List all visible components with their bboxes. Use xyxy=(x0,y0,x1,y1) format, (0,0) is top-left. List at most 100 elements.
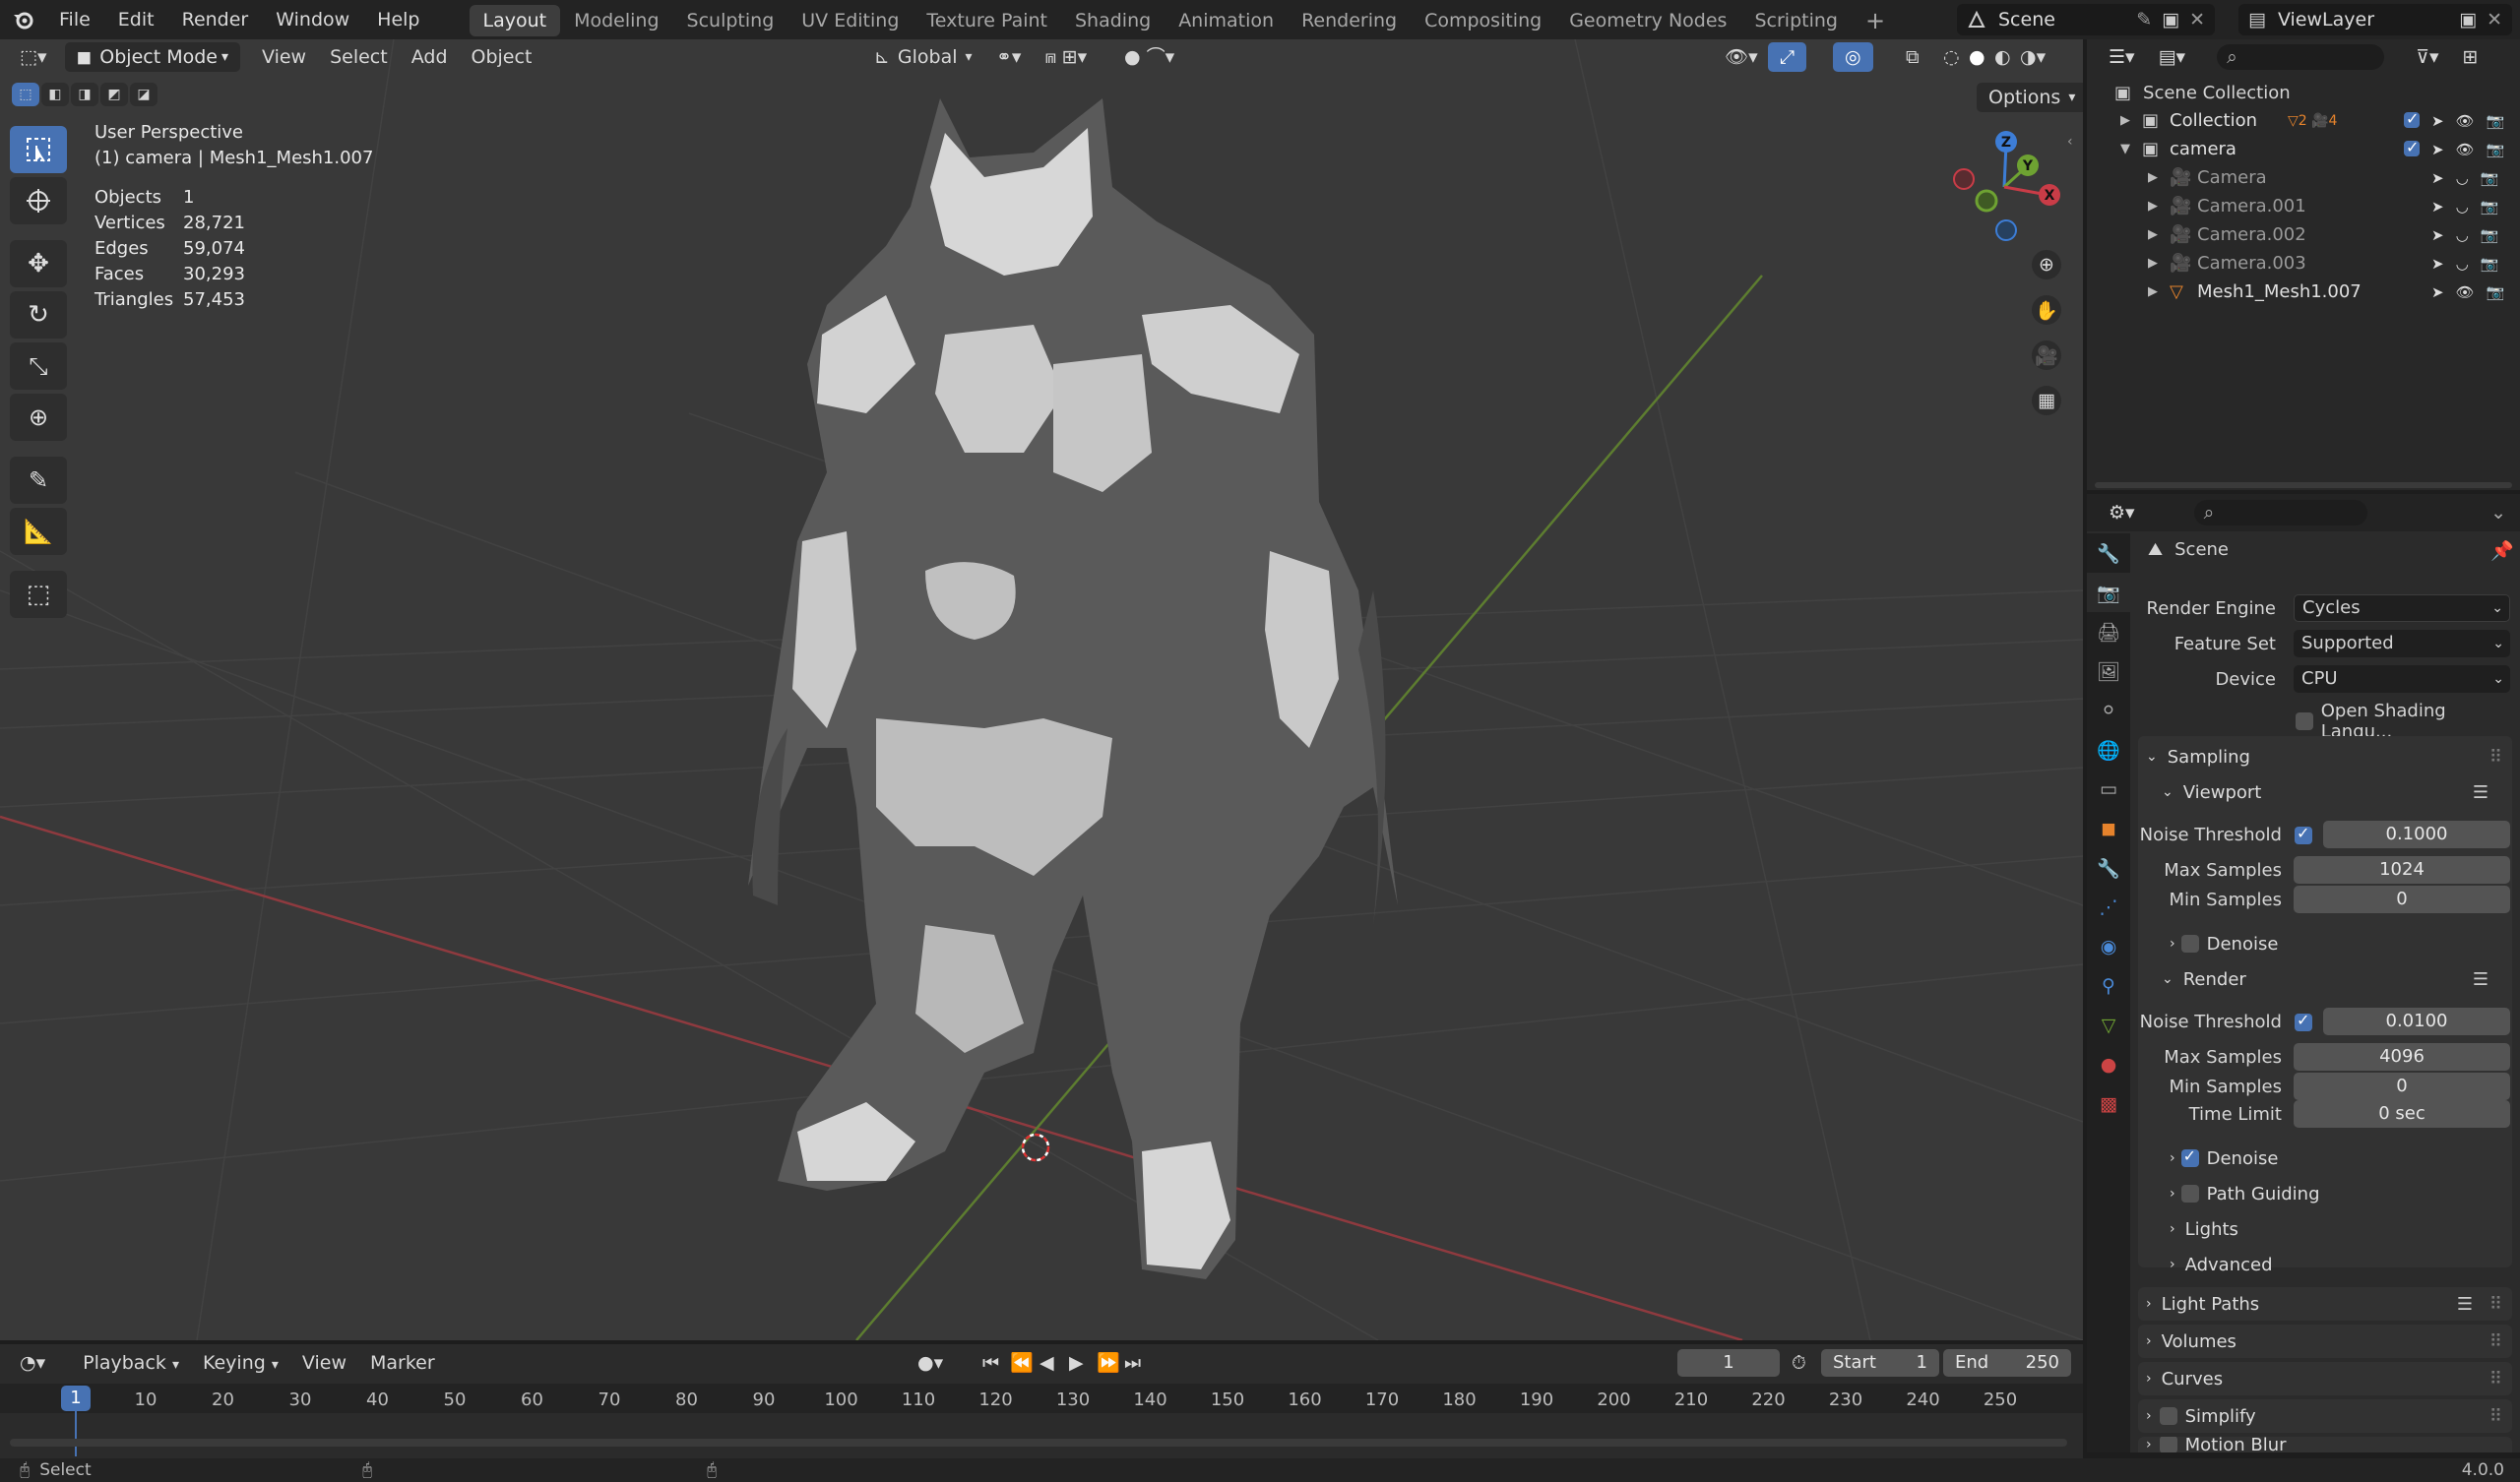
volumes-panel[interactable]: › Volumes ⠿ xyxy=(2138,1325,2512,1358)
eye-icon[interactable]: ◡ xyxy=(2456,169,2469,187)
rotate-tool-icon[interactable]: ↻ xyxy=(10,291,67,339)
vp-denoise-row[interactable]: › Denoise xyxy=(2170,927,2512,960)
chevron-right-icon[interactable]: ▶ xyxy=(2148,284,2158,299)
menu-render[interactable]: Render xyxy=(168,0,263,39)
menu-view[interactable]: View xyxy=(250,42,318,72)
transform-orientation-dropdown[interactable]: ⊾ Global ▾ xyxy=(862,42,984,72)
drag-handle-icon[interactable]: ⠿ xyxy=(2489,1406,2502,1427)
presets-icon[interactable]: ☰ xyxy=(2473,969,2488,990)
tab-geometry-nodes[interactable]: Geometry Nodes xyxy=(1555,5,1740,36)
select-arrow-icon[interactable]: ➤ xyxy=(2431,226,2444,244)
eye-icon[interactable]: ◡ xyxy=(2456,198,2469,216)
vp-noise-field[interactable]: 0.1000 xyxy=(2323,821,2510,848)
r-noise-field[interactable]: 0.0100 xyxy=(2323,1008,2510,1035)
select-arrow-icon[interactable]: ➤ xyxy=(2431,141,2444,158)
outliner-row[interactable]: ▶ 🎥 Camera.002 ➤ ◡ 📷 xyxy=(2087,220,2520,249)
drag-handle-icon[interactable]: ⠿ xyxy=(2489,747,2502,768)
outliner-row[interactable]: ▶ ▽ Mesh1_Mesh1.007 ➤ 👁 📷 xyxy=(2087,278,2520,306)
advanced-row[interactable]: › Advanced xyxy=(2170,1248,2512,1281)
overlay-toggle-icon[interactable]: ◎ xyxy=(1833,42,1873,72)
device-dropdown[interactable]: CPU ⌄ xyxy=(2294,665,2510,693)
texture-tab-icon[interactable]: ▩ xyxy=(2087,1084,2130,1124)
tab-modeling[interactable]: Modeling xyxy=(560,5,672,36)
simplify-checkbox[interactable] xyxy=(2159,1407,2177,1425)
chevron-right-icon[interactable]: ▶ xyxy=(2148,256,2158,271)
physics-tab-icon[interactable]: ◉ xyxy=(2087,927,2130,966)
osl-checkbox[interactable] xyxy=(2296,712,2313,730)
outliner-editor-type-icon[interactable]: ☰▾ xyxy=(2097,42,2147,72)
vp-max-field[interactable]: 1024 xyxy=(2294,856,2510,884)
object-tab-icon[interactable]: ◼ xyxy=(2087,809,2130,848)
scale-tool-icon[interactable]: ⤡ xyxy=(10,342,67,390)
render-subheader[interactable]: ⌄ Render ☰ xyxy=(2162,962,2512,996)
simplify-panel[interactable]: › Simplify ⠿ xyxy=(2138,1399,2512,1433)
tab-shading[interactable]: Shading xyxy=(1061,5,1165,36)
properties-search-input[interactable]: ⌕ xyxy=(2193,500,2367,525)
menu-timeline-view[interactable]: View xyxy=(290,1348,358,1378)
tab-animation[interactable]: Animation xyxy=(1165,5,1288,36)
menu-marker[interactable]: Marker xyxy=(358,1348,447,1378)
auto-keying-icon[interactable]: ●▾ xyxy=(906,1348,955,1378)
timeline-editor-type-icon[interactable]: ◔▾ xyxy=(8,1348,57,1378)
3d-cursor-icon[interactable] xyxy=(1016,1128,1055,1167)
menu-object[interactable]: Object xyxy=(460,42,544,72)
new-view-layer-icon[interactable]: ▣ xyxy=(2459,9,2477,31)
outliner-scrollbar[interactable] xyxy=(2095,482,2512,488)
pivot-point-icon[interactable]: ⚭▾ xyxy=(984,42,1033,72)
render-tab-icon[interactable]: 📷 xyxy=(2087,573,2130,612)
frame-ruler[interactable]: 1 10 20 30 40 50 60 70 80 90 100 110 120 130 140 150 16… xyxy=(0,1384,2083,1456)
jump-end-icon[interactable]: ⏭ xyxy=(1112,1348,1153,1378)
outliner-row[interactable]: ▶ 🎥 Camera.003 ➤ ◡ 📷 xyxy=(2087,249,2520,278)
output-tab-icon[interactable]: 🖨 xyxy=(2087,612,2130,651)
stopwatch-icon[interactable]: ⏱ xyxy=(1792,1352,1806,1374)
exclude-checkbox[interactable] xyxy=(2404,138,2420,156)
gizmo-toggle-icon[interactable]: ⤢ xyxy=(1768,42,1807,72)
select-arrow-icon[interactable]: ➤ xyxy=(2431,112,2444,130)
menu-keying[interactable]: Keying ▾ xyxy=(191,1348,290,1378)
eye-icon[interactable]: ◡ xyxy=(2456,255,2469,273)
r-noise-checkbox[interactable] xyxy=(2295,1011,2312,1031)
tab-texture-paint[interactable]: Texture Paint xyxy=(913,5,1061,36)
outliner-row-scene-collection[interactable]: ▣ Scene Collection xyxy=(2087,79,2520,107)
tab-layout[interactable]: Layout xyxy=(469,5,561,36)
path-guiding-row[interactable]: › Path Guiding xyxy=(2170,1177,2512,1210)
cursor-tool-icon[interactable] xyxy=(10,177,67,224)
select-extend-icon[interactable]: ◧ xyxy=(41,83,69,106)
navigation-gizmo[interactable]: Z Y X xyxy=(1945,128,2063,246)
outliner-row[interactable]: ▶ 🎥 Camera ➤ ◡ 📷 xyxy=(2087,163,2520,192)
render-camera-icon[interactable]: 📷 xyxy=(2481,255,2499,273)
mode-dropdown[interactable]: ◼ Object Mode ▾ xyxy=(64,42,240,72)
current-frame-field[interactable]: 1 xyxy=(1677,1349,1780,1377)
filter-icon[interactable]: ⊽▾ xyxy=(2404,42,2450,72)
select-arrow-icon[interactable]: ➤ xyxy=(2431,169,2444,187)
render-camera-icon[interactable]: 📷 xyxy=(2481,226,2499,244)
drag-handle-icon[interactable]: ⠿ xyxy=(2489,1294,2502,1315)
outliner-row[interactable]: ▶ 🎥 Camera.001 ➤ ◡ 📷 xyxy=(2087,192,2520,220)
scene-selector[interactable]: Scene ✎ ▣ ✕ xyxy=(1957,4,2215,35)
sidebar-toggle-icon[interactable]: ‹ xyxy=(2067,134,2073,150)
pan-hand-icon[interactable]: ✋ xyxy=(2032,295,2061,325)
new-collection-icon[interactable]: ⊞ xyxy=(2451,42,2490,72)
lights-row[interactable]: › Lights xyxy=(2170,1212,2512,1246)
constraints-tab-icon[interactable]: ⚲ xyxy=(2087,966,2130,1006)
chevron-down-icon[interactable]: ▼ xyxy=(2120,142,2130,156)
start-frame-field[interactable]: Start 1 xyxy=(1821,1349,1939,1377)
render-camera-icon[interactable]: 📷 xyxy=(2487,112,2505,130)
camera-view-icon[interactable]: 🎥 xyxy=(2032,340,2061,370)
eye-icon[interactable]: 👁 xyxy=(2456,283,2475,301)
drag-handle-icon[interactable]: ⠿ xyxy=(2489,1331,2502,1352)
select-subtract-icon[interactable]: ◨ xyxy=(71,83,98,106)
eye-icon[interactable]: 👁 xyxy=(2456,141,2475,158)
tab-rendering[interactable]: Rendering xyxy=(1288,5,1411,36)
render-camera-icon[interactable]: 📷 xyxy=(2487,141,2505,158)
outliner-row[interactable]: ▶ ▣ Collection ➤ 👁 📷 ▽2 🎥4 xyxy=(2087,106,2520,135)
select-arrow-icon[interactable]: ➤ xyxy=(2431,198,2444,216)
properties-editor-type-icon[interactable]: ⚙▾ xyxy=(2097,498,2147,527)
outliner-search-input[interactable]: ⌕ xyxy=(2217,44,2385,70)
motion-blur-panel[interactable]: › Motion Blur xyxy=(2138,1437,2512,1452)
menu-select[interactable]: Select xyxy=(318,42,400,72)
view-layer-tab-icon[interactable]: 🖼 xyxy=(2087,651,2130,691)
render-engine-dropdown[interactable]: Cycles ⌄ xyxy=(2294,594,2510,622)
menu-add[interactable]: Add xyxy=(400,42,460,72)
proportional-edit-icon[interactable]: ● ⌒▾ xyxy=(1112,42,1186,72)
